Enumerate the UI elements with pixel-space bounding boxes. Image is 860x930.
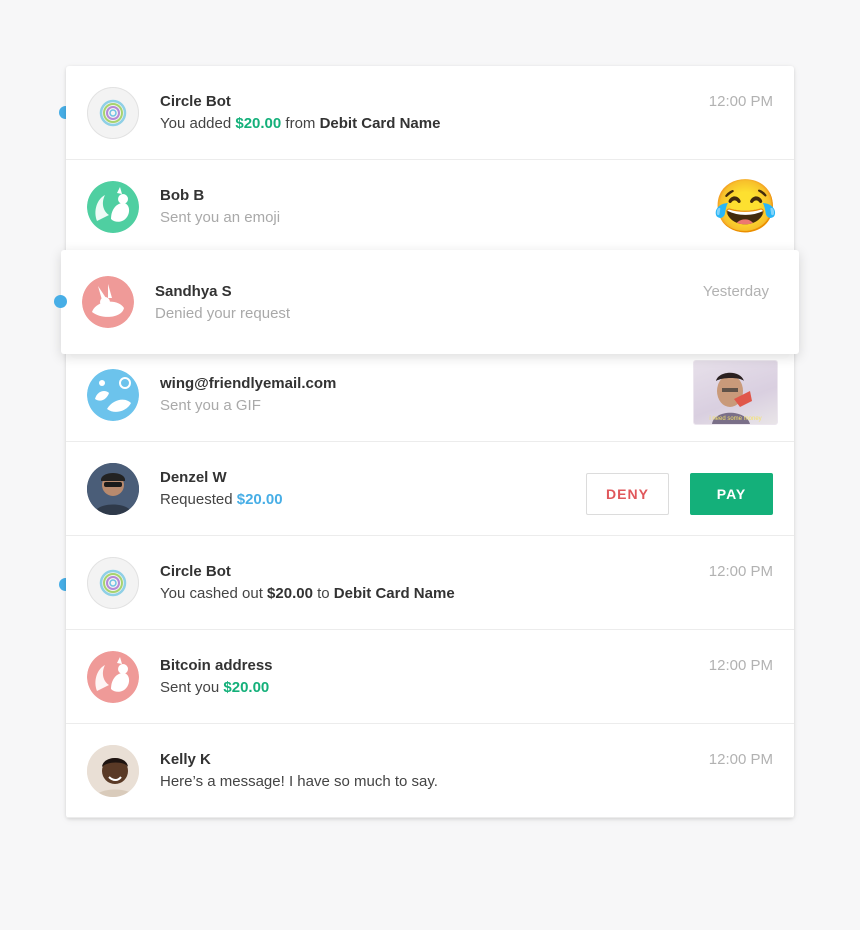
- feed-item[interactable]: Circle Bot You added $20.00 from Debit C…: [66, 66, 794, 160]
- card-name: Debit Card Name: [333, 585, 455, 602]
- laughing-emoji-icon[interactable]: 😂: [713, 178, 778, 236]
- user-photo: [87, 745, 139, 797]
- message-text: You added $20.00 from Debit Card Name: [160, 115, 441, 132]
- feed-item[interactable]: Bitcoin address Sent you $20.00 12:00 PM: [66, 630, 794, 724]
- card-name: Debit Card Name: [319, 115, 441, 132]
- timestamp: 12:00 PM: [708, 563, 773, 580]
- message-text: Here’s a message! I have so much to say.: [160, 773, 438, 790]
- sender-name: Sandhya S: [155, 283, 232, 300]
- gif-caption: i need some money: [709, 416, 762, 422]
- sender-name: Circle Bot: [160, 563, 231, 580]
- timestamp: 12:00 PM: [708, 93, 773, 110]
- sender-name: Circle Bot: [160, 93, 231, 110]
- amount: $20.00: [235, 115, 282, 132]
- circle-logo-icon: [87, 87, 139, 139]
- amount: $20.00: [236, 491, 283, 508]
- message-text: Denied your request: [155, 305, 291, 322]
- gif-thumbnail[interactable]: i need some money: [693, 360, 778, 425]
- amount: $20.00: [223, 679, 270, 696]
- sender-name: Denzel W: [160, 469, 227, 486]
- message-text: Requested $20.00: [160, 491, 283, 508]
- sender-name: wing@friendlyemail.com: [160, 375, 337, 392]
- sender-name: Bob B: [160, 187, 205, 204]
- activity-feed: Circle Bot You added $20.00 from Debit C…: [61, 66, 799, 818]
- bird-icon: [87, 369, 139, 421]
- feed-item[interactable]: Kelly K Here’s a message! I have so much…: [66, 724, 794, 818]
- sender-name: Bitcoin address: [160, 657, 273, 674]
- feed-item[interactable]: wing@friendlyemail.com Sent you a GIF i …: [66, 348, 794, 442]
- user-photo: [87, 463, 139, 515]
- message-text: Sent you an emoji: [160, 209, 281, 226]
- sender-name: Kelly K: [160, 751, 211, 768]
- feed-item[interactable]: Denzel W Requested $20.00 DENY PAY: [66, 442, 794, 536]
- message-text: Sent you $20.00: [160, 679, 270, 696]
- deny-button[interactable]: DENY: [586, 473, 669, 515]
- squirrel-icon: [87, 181, 139, 233]
- timestamp: 12:00 PM: [708, 657, 773, 674]
- timestamp: Yesterday: [702, 283, 769, 300]
- unread-dot: [54, 295, 67, 308]
- feed-item[interactable]: Circle Bot You cashed out $20.00 to Debi…: [66, 536, 794, 630]
- message-text: You cashed out $20.00 to Debit Card Name: [160, 585, 455, 602]
- feed-item-highlighted[interactable]: Sandhya S Denied your request Yesterday: [61, 250, 799, 354]
- feed-item[interactable]: Bob B Sent you an emoji 😂: [66, 160, 794, 254]
- timestamp: 12:00 PM: [708, 751, 773, 768]
- circle-logo-icon: [87, 557, 139, 609]
- amount: $20.00: [267, 585, 313, 602]
- squirrel-icon: [87, 651, 139, 703]
- rabbit-icon: [82, 276, 134, 328]
- message-text: Sent you a GIF: [160, 397, 261, 414]
- pay-button[interactable]: PAY: [690, 473, 773, 515]
